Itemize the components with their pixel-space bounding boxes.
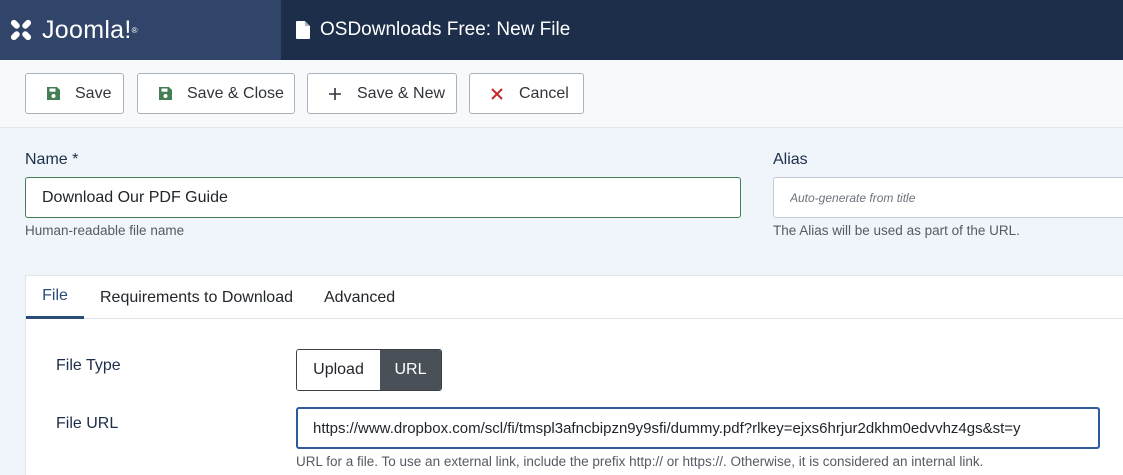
file-type-upload-option[interactable]: Upload [297,350,380,390]
tab-advanced[interactable]: Advanced [324,276,395,319]
alias-help-text: The Alias will be used as part of the UR… [773,223,1020,238]
registered-mark: ® [131,25,138,35]
close-icon [489,86,505,102]
file-url-input[interactable] [296,407,1100,449]
file-url-label: File URL [56,415,119,432]
alias-label: Alias [773,151,808,168]
tab-bar: File Requirements to Download Advanced [26,276,1123,319]
plus-icon [327,86,343,102]
tab-requirements-to-download[interactable]: Requirements to Download [100,276,293,319]
tab-file[interactable]: File [26,276,84,319]
top-header: Joomla! ® OSDownloads Free: New File [0,0,1123,60]
page-title-text: OSDownloads Free: New File [320,19,571,40]
name-input[interactable]: Download Our PDF Guide [25,177,741,218]
save-new-button-label: Save & New [357,84,446,102]
toolbar: Save Save & Close Save & New Cancel [0,60,1123,128]
name-label: Name * [25,151,79,168]
name-help-text: Human-readable file name [25,223,185,238]
file-url-help-text: URL for a file. To use an external link,… [296,454,984,469]
file-icon [296,21,310,39]
cancel-button-label: Cancel [519,84,569,102]
save-icon [157,86,173,102]
save-button-label: Save [75,84,112,102]
joomla-logo-icon [10,19,32,41]
file-type-switcher: Upload URL [296,349,442,391]
page-title: OSDownloads Free: New File [296,0,570,60]
file-type-url-option[interactable]: URL [380,350,441,390]
save-button[interactable]: Save [25,73,124,114]
joomla-logo[interactable]: Joomla! ® [0,0,281,60]
save-close-button-label: Save & Close [187,84,284,102]
alias-input[interactable] [773,177,1123,218]
joomla-logo-text: Joomla! [42,15,132,44]
save-new-button[interactable]: Save & New [307,73,457,114]
save-close-button[interactable]: Save & Close [137,73,295,114]
cancel-button[interactable]: Cancel [469,73,584,114]
save-icon [45,86,61,102]
file-type-label: File Type [56,357,121,374]
